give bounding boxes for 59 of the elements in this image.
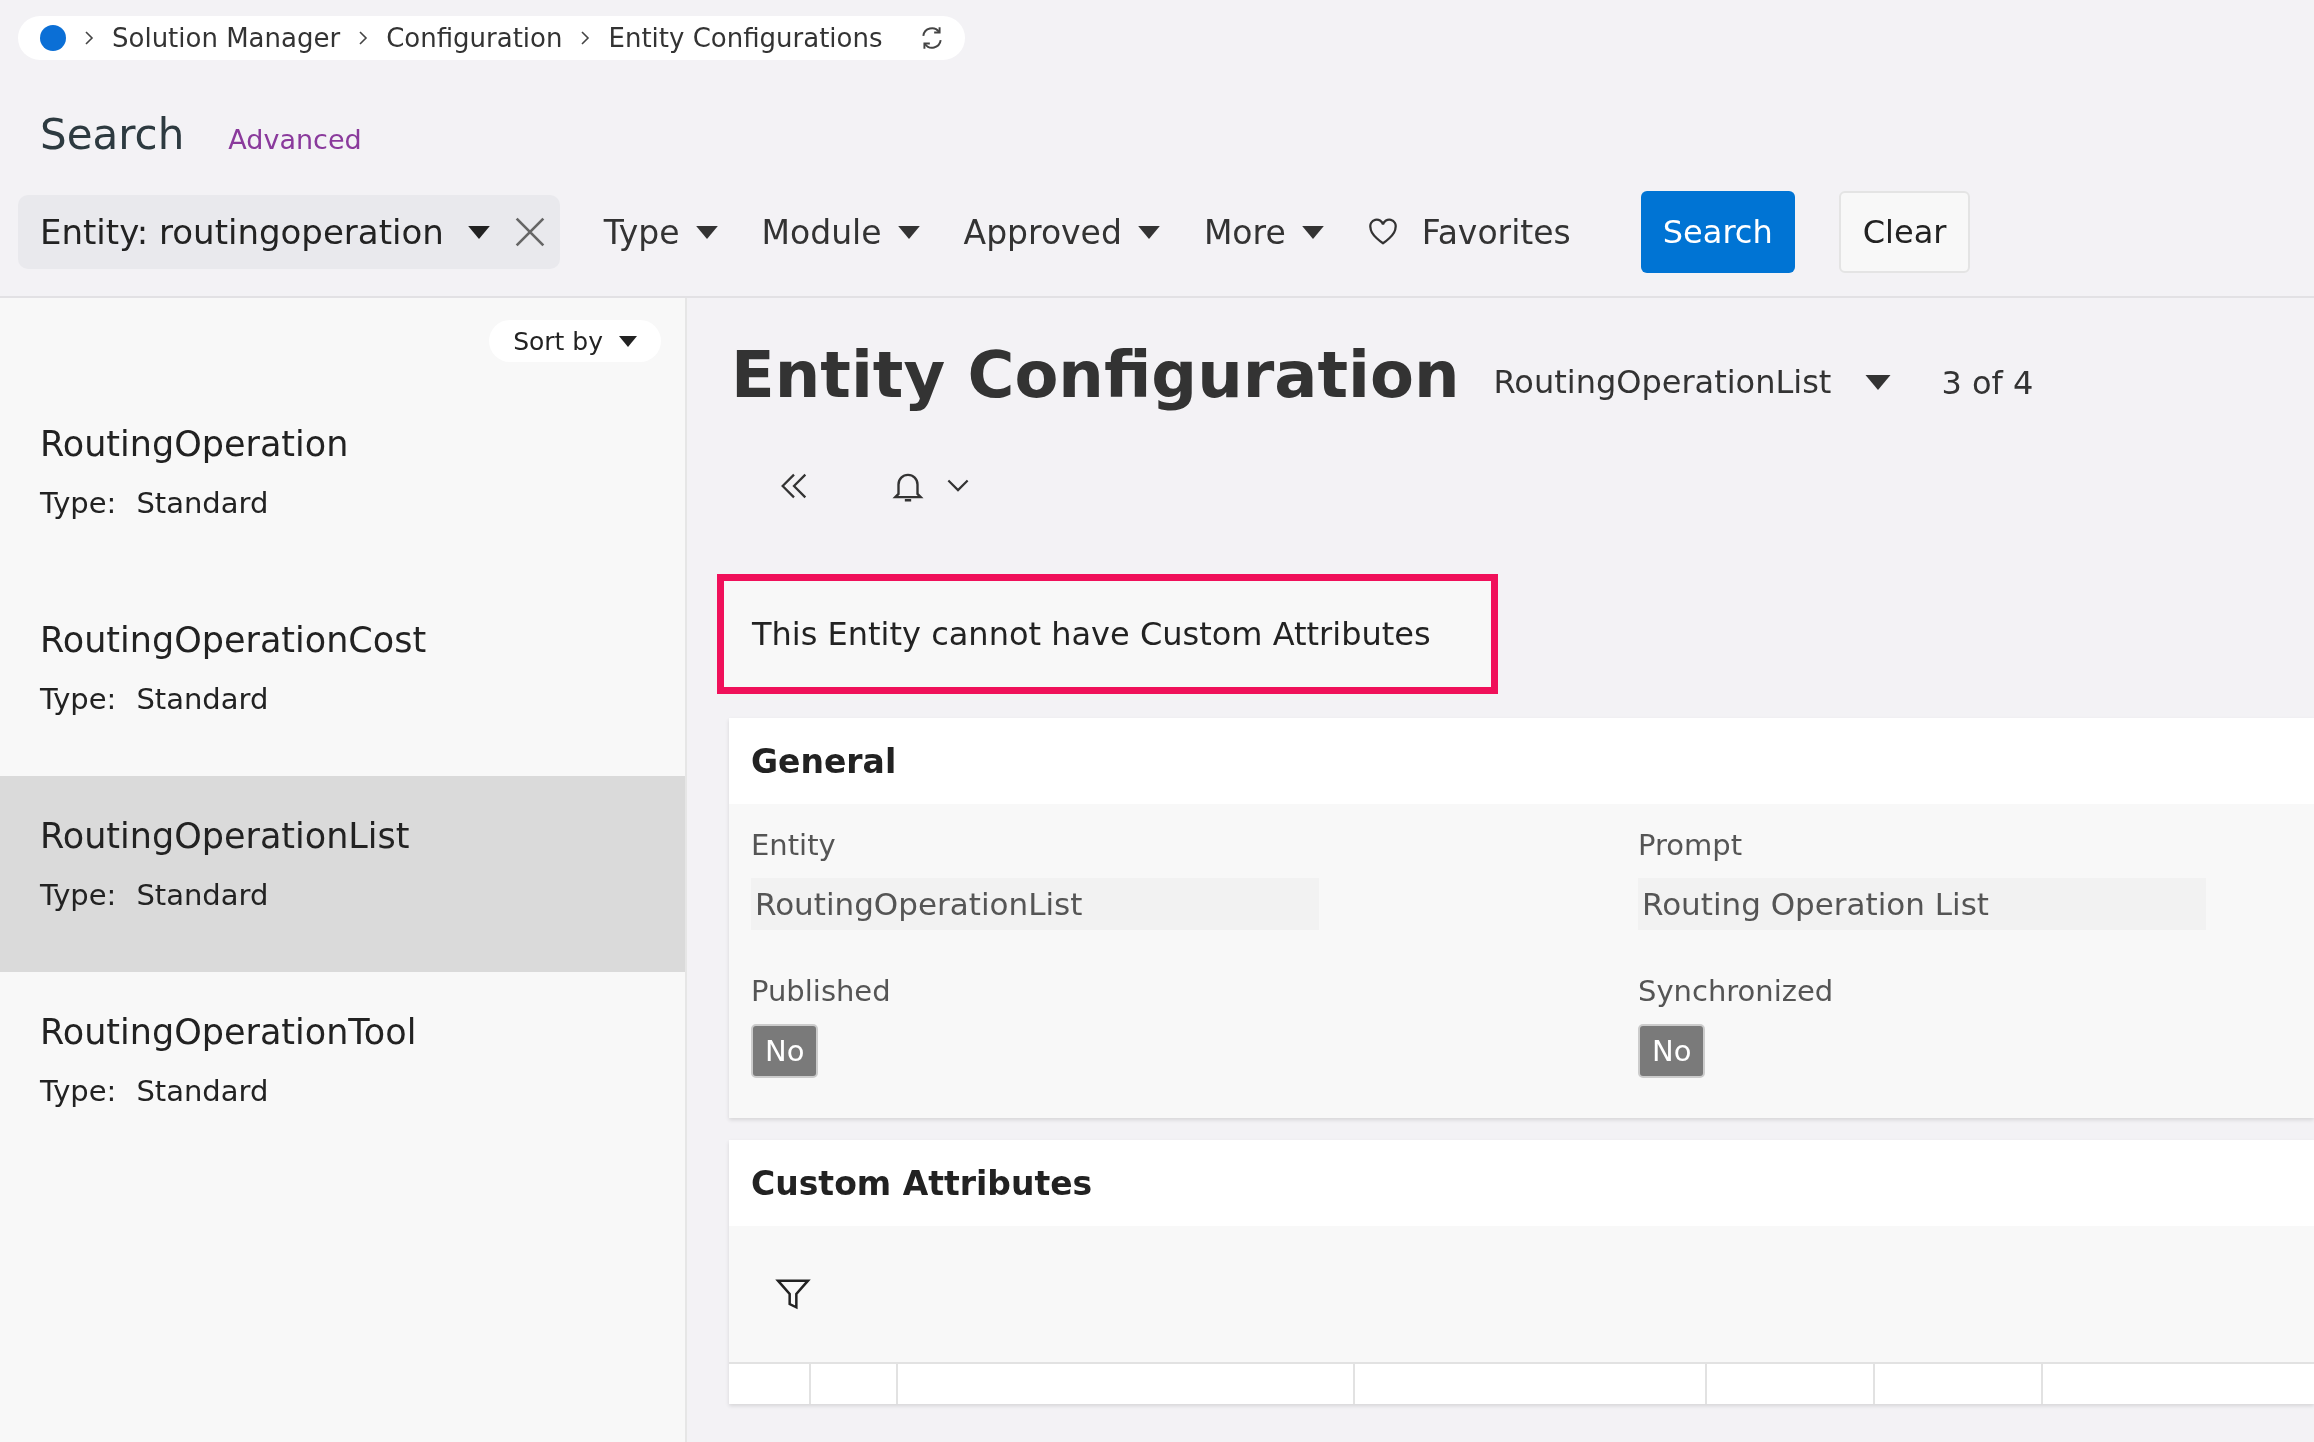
field-label: Synchronized (1638, 974, 1834, 1008)
heart-icon (1367, 218, 1398, 246)
type-value: Standard (136, 682, 269, 716)
section-header: General (729, 718, 2314, 804)
sidebar-item[interactable]: RoutingOperationTool Type: Standard (0, 972, 685, 1168)
type-label: Type: (40, 878, 117, 912)
field-label: Prompt (1638, 828, 1743, 862)
breadcrumb-link[interactable]: Solution Manager (112, 23, 341, 53)
favorites-button[interactable]: Favorites (1367, 212, 1571, 252)
type-value: Standard (136, 878, 269, 912)
chevron-down-icon[interactable] (947, 479, 969, 493)
sidebar-item[interactable]: RoutingOperationCost Type: Standard (0, 580, 685, 776)
status-badge: No (1638, 1024, 1706, 1078)
entity-filter-label: Entity: routingoperation (40, 212, 444, 252)
page-title: Entity Configuration (731, 338, 1460, 412)
caret-down-icon (695, 225, 718, 239)
type-label: Type: (40, 682, 117, 716)
close-icon[interactable] (513, 216, 546, 248)
record-position: 3 of 4 (1941, 364, 2034, 402)
chevron-right-icon (84, 30, 94, 46)
home-dot-icon[interactable] (40, 25, 66, 51)
item-name: RoutingOperationList (40, 816, 411, 856)
item-name: RoutingOperationTool (40, 1012, 418, 1052)
caret-down-icon (1301, 225, 1324, 239)
caret-down-icon[interactable] (467, 225, 490, 239)
section-header: Custom Attributes (729, 1140, 2314, 1226)
chevron-right-icon (358, 30, 369, 46)
item-name: RoutingOperation (40, 424, 350, 464)
filter-dropdown[interactable]: Approved (963, 212, 1160, 252)
type-value: Standard (136, 1074, 269, 1108)
clear-button[interactable]: Clear (1838, 191, 1971, 273)
breadcrumb-link[interactable]: Configuration (386, 23, 563, 53)
entity-filter-chip[interactable]: Entity: routingoperation (18, 195, 560, 269)
search-button[interactable]: Search (1640, 191, 1795, 273)
caret-down-icon (1865, 374, 1892, 390)
caret-down-icon (1137, 225, 1160, 239)
status-badge: No (751, 1024, 819, 1078)
notice-message: This Entity cannot have Custom Attributes (717, 574, 1498, 694)
item-name: RoutingOperationCost (40, 620, 428, 660)
sort-by-button[interactable]: Sort by (489, 320, 661, 362)
type-label: Type: (40, 486, 117, 520)
caret-down-icon (897, 225, 920, 239)
record-selector[interactable]: RoutingOperationList (1493, 363, 1892, 401)
sidebar-item[interactable]: RoutingOperation Type: Standard (0, 384, 685, 580)
advanced-link[interactable]: Advanced (228, 124, 362, 155)
caret-down-icon (619, 335, 637, 347)
search-title: Search (40, 110, 185, 159)
breadcrumb-link[interactable]: Entity Configurations (608, 23, 883, 53)
field-label: Entity (751, 828, 836, 862)
field-value: Routing Operation List (1638, 878, 2206, 930)
filter-dropdown[interactable]: Type (603, 212, 718, 252)
type-label: Type: (40, 1074, 117, 1108)
field-value: RoutingOperationList (751, 878, 1319, 930)
filter-dropdown[interactable]: More (1203, 212, 1324, 252)
chevron-right-icon (580, 30, 591, 46)
filter-dropdown[interactable]: Module (761, 212, 920, 252)
field-label: Published (751, 974, 891, 1008)
type-value: Standard (136, 486, 269, 520)
sidebar-item[interactable]: RoutingOperationList Type: Standard (0, 776, 685, 972)
